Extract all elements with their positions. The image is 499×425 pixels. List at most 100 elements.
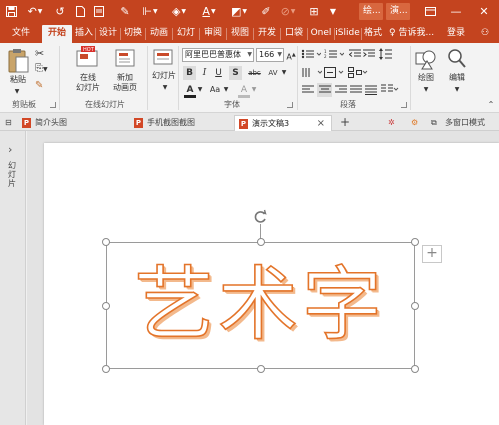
more-qat-icon[interactable]: ▼ bbox=[328, 0, 338, 23]
paste-dropdown-icon[interactable]: ▼ bbox=[12, 87, 22, 97]
draw-shapes-icon[interactable] bbox=[414, 47, 438, 74]
tab-onenote[interactable]: Onel bbox=[309, 25, 333, 43]
decrease-indent-icon[interactable] bbox=[348, 49, 361, 62]
new-anim-page-label[interactable]: 新加 动画页 bbox=[104, 73, 146, 93]
paste-icon[interactable] bbox=[8, 48, 30, 77]
distribute-icon[interactable] bbox=[365, 85, 377, 98]
resize-handle-b[interactable] bbox=[257, 365, 265, 373]
slides-dropdown-icon[interactable]: ▼ bbox=[160, 83, 170, 93]
align-left-icon[interactable] bbox=[302, 85, 314, 98]
highlight-dropdown-icon[interactable]: ▼ bbox=[250, 83, 258, 97]
tab-review[interactable]: 审阅 bbox=[201, 25, 225, 43]
draw-label[interactable]: 绘图 bbox=[411, 73, 441, 83]
change-case-button[interactable]: Aa bbox=[208, 83, 222, 97]
increase-indent-icon[interactable] bbox=[363, 49, 375, 62]
tab-animations[interactable]: 动画 bbox=[147, 25, 171, 43]
tab-format[interactable]: 格式 bbox=[362, 25, 384, 43]
change-case-dropdown-icon[interactable]: ▼ bbox=[222, 83, 230, 97]
brush-icon[interactable]: ✐ bbox=[259, 0, 273, 23]
highlight-button[interactable]: A bbox=[238, 83, 250, 98]
multi-window-mode-button[interactable]: ⧉ 多窗口模式 bbox=[428, 115, 498, 131]
doc-tab-3[interactable]: P 演示文稿3 × bbox=[234, 115, 332, 131]
bullets-icon[interactable] bbox=[301, 49, 322, 62]
copy-icon[interactable]: ⎘▼ bbox=[35, 63, 48, 74]
font-color-dropdown-icon[interactable]: ▼ bbox=[196, 83, 204, 97]
resize-handle-tl[interactable] bbox=[102, 238, 110, 246]
undo-icon[interactable]: ↶ ▼ bbox=[24, 0, 46, 23]
numbering-icon[interactable]: 12 bbox=[324, 49, 345, 62]
clipboard-launcher-icon[interactable] bbox=[50, 102, 56, 108]
print-preview-icon[interactable] bbox=[92, 0, 106, 23]
resize-handle-bl[interactable] bbox=[102, 365, 110, 373]
doc-tab-1[interactable]: P 简介头图 bbox=[18, 115, 128, 131]
columns-icon[interactable] bbox=[381, 84, 399, 98]
resize-handle-t[interactable] bbox=[257, 238, 265, 246]
edit-label[interactable]: 编辑 bbox=[442, 73, 472, 83]
shadow-button[interactable]: S bbox=[229, 66, 242, 80]
align-center-icon[interactable] bbox=[317, 83, 332, 97]
slides-panel-label[interactable]: 幻灯片 bbox=[8, 161, 18, 188]
resize-handle-r[interactable] bbox=[411, 302, 419, 310]
window-tab-2[interactable]: 演... bbox=[386, 3, 410, 20]
new-anim-page-icon[interactable] bbox=[115, 49, 137, 72]
resize-handle-tr[interactable] bbox=[411, 238, 419, 246]
draw-dropdown-icon[interactable]: ▼ bbox=[421, 85, 431, 95]
fill-color-icon[interactable]: ◈ ▼ bbox=[168, 0, 190, 23]
edit-icon[interactable] bbox=[447, 48, 467, 73]
paragraph-launcher-icon[interactable] bbox=[401, 102, 407, 108]
font-name-select[interactable]: 阿里巴巴普惠体 ▼ bbox=[182, 48, 254, 62]
pen-icon[interactable]: ✎ bbox=[118, 0, 132, 23]
tab-slideshow[interactable]: 幻灯 bbox=[174, 25, 198, 43]
edit-dropdown-icon[interactable]: ▼ bbox=[452, 85, 462, 95]
doc-tab-2[interactable]: P 手机截图截图 bbox=[130, 115, 234, 131]
tab-pocket[interactable]: 口袋 bbox=[282, 25, 306, 43]
bold-button[interactable]: B bbox=[183, 66, 196, 80]
underline-button[interactable]: U bbox=[213, 66, 224, 80]
tab-file[interactable]: 文件 bbox=[5, 25, 37, 43]
expand-panel-icon[interactable]: › bbox=[8, 143, 12, 156]
tab-design[interactable]: 设计 bbox=[97, 25, 119, 43]
text-direction-icon[interactable] bbox=[302, 67, 323, 81]
resize-handle-br[interactable] bbox=[411, 365, 419, 373]
resize-handle-l[interactable] bbox=[102, 302, 110, 310]
layout-options-button[interactable]: + bbox=[422, 245, 442, 263]
save-icon[interactable] bbox=[3, 0, 19, 23]
tab-list-icon[interactable]: ⊟ bbox=[2, 115, 16, 131]
font-color-qat-icon[interactable]: A ▼ bbox=[198, 0, 220, 23]
tab-transitions[interactable]: 切换 bbox=[122, 25, 144, 43]
tab-home[interactable]: 开始 bbox=[42, 25, 72, 43]
tell-me-box[interactable]: ♀ 告诉我... bbox=[389, 25, 439, 43]
cut-icon[interactable]: ✂ bbox=[35, 47, 44, 60]
shape-icon[interactable]: ◩ ▼ bbox=[228, 0, 250, 23]
align-right-icon[interactable] bbox=[335, 85, 347, 98]
share-icon[interactable]: ⚇ bbox=[474, 25, 496, 43]
font-size-select[interactable]: 166 ▼ bbox=[256, 48, 284, 62]
redo-icon[interactable]: ↺ bbox=[53, 0, 67, 23]
slides-label[interactable]: 幻灯片 bbox=[148, 71, 180, 81]
pin-icon[interactable]: ✲ bbox=[386, 115, 400, 131]
online-slides-icon[interactable]: HOT bbox=[76, 46, 100, 73]
close-icon[interactable]: ✕ bbox=[469, 0, 499, 23]
grow-font-icon[interactable]: A▲ bbox=[285, 48, 297, 62]
char-spacing-button[interactable]: AV bbox=[266, 66, 280, 80]
smartart-icon[interactable] bbox=[348, 67, 368, 81]
line-spacing-icon[interactable] bbox=[379, 48, 395, 63]
tab-islide[interactable]: iSlide bbox=[335, 25, 360, 43]
minimize-icon[interactable]: — bbox=[443, 0, 469, 23]
align-icon[interactable]: ⊞ bbox=[306, 0, 322, 23]
justify-icon[interactable] bbox=[350, 85, 362, 98]
collapse-ribbon-icon[interactable]: ⌃ bbox=[486, 100, 496, 110]
paste-label[interactable]: 粘贴 bbox=[3, 75, 33, 85]
settings-icon[interactable]: ⚙ bbox=[408, 115, 424, 131]
login-button[interactable]: 登录 bbox=[443, 25, 469, 43]
rotate-handle-icon[interactable] bbox=[252, 209, 268, 225]
new-tab-button[interactable]: + bbox=[336, 115, 352, 131]
tab-developer[interactable]: 开发 bbox=[255, 25, 279, 43]
char-spacing-dropdown-icon[interactable]: ▼ bbox=[280, 66, 288, 80]
strikethrough-button[interactable]: abc bbox=[246, 66, 263, 80]
align-text-icon[interactable] bbox=[324, 67, 344, 81]
italic-button[interactable]: I bbox=[199, 66, 210, 80]
tab-insert[interactable]: 插入 bbox=[74, 25, 94, 43]
ribbon-display-icon[interactable] bbox=[417, 0, 443, 23]
tab-view[interactable]: 视图 bbox=[228, 25, 252, 43]
